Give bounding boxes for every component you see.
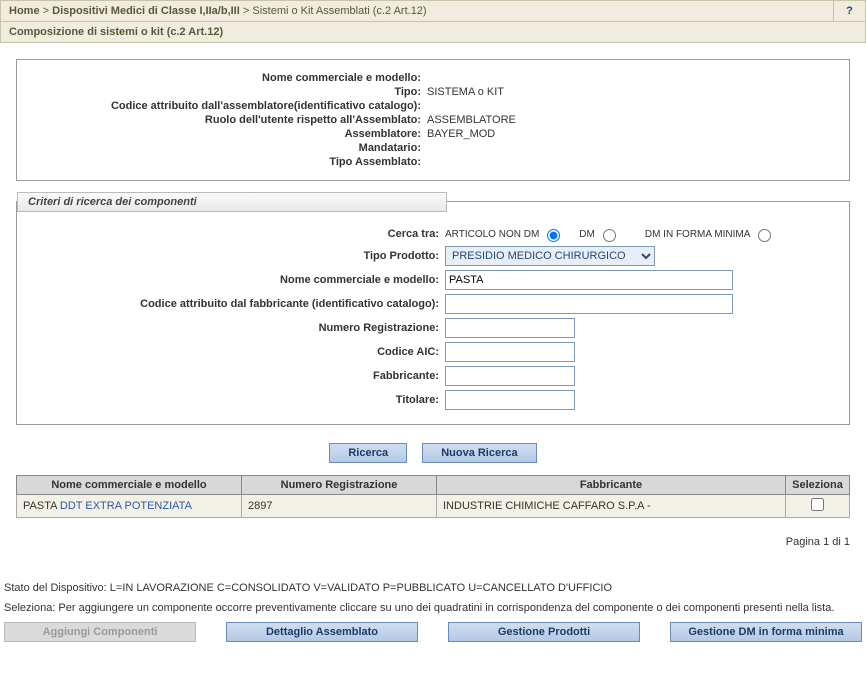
label-assemblatore: Assemblatore: bbox=[25, 128, 425, 140]
col-nome: Nome commerciale e modello bbox=[17, 476, 242, 495]
cell-nome-link[interactable]: DDT EXTRA POTENZIATA bbox=[60, 500, 192, 512]
input-nome-commerciale[interactable] bbox=[445, 270, 733, 290]
col-fabbricante: Fabbricante bbox=[437, 476, 786, 495]
pager: Pagina 1 di 1 bbox=[16, 536, 850, 548]
page-title: Composizione di sistemi o kit (c.2 Art.1… bbox=[0, 22, 866, 43]
value-nome-commerciale bbox=[425, 72, 427, 84]
input-codice-aic[interactable] bbox=[445, 342, 575, 362]
results-table: Nome commerciale e modello Numero Regist… bbox=[16, 475, 850, 518]
label-nome-commerciale: Nome commerciale e modello: bbox=[25, 72, 425, 84]
value-ruolo-utente: ASSEMBLATORE bbox=[425, 114, 516, 126]
status-legend: Stato del Dispositivo: L=IN LAVORAZIONE … bbox=[0, 582, 866, 594]
label-titolare: Titolare: bbox=[25, 394, 445, 406]
gestione-dm-minima-button[interactable]: Gestione DM in forma minima bbox=[670, 622, 862, 642]
radio-label-dm: DM bbox=[579, 229, 595, 240]
breadcrumb-current: Sistemi o Kit Assemblati (c.2 Art.12) bbox=[252, 5, 426, 17]
breadcrumb-home[interactable]: Home bbox=[9, 5, 40, 17]
radio-label-articolo: ARTICOLO NON DM bbox=[445, 229, 539, 240]
label-numero-reg: Numero Registrazione: bbox=[25, 322, 445, 334]
breadcrumb-level1[interactable]: Dispositivi Medici di Classe I,IIa/b,III bbox=[52, 5, 240, 17]
help-icon[interactable]: ? bbox=[833, 1, 865, 21]
input-fabbricante[interactable] bbox=[445, 366, 575, 386]
value-codice-catalogo bbox=[425, 100, 427, 112]
col-numero: Numero Registrazione bbox=[242, 476, 437, 495]
radio-label-dm-minima: DM IN FORMA MINIMA bbox=[645, 229, 751, 240]
cell-nome-prefix: PASTA bbox=[23, 500, 60, 512]
ricerca-button[interactable]: Ricerca bbox=[329, 443, 407, 463]
value-mandatario bbox=[425, 142, 427, 154]
value-tipo-assemblato bbox=[425, 156, 427, 168]
value-assemblatore: BAYER_MOD bbox=[425, 128, 495, 140]
gestione-prodotti-button[interactable]: Gestione Prodotti bbox=[448, 622, 640, 642]
breadcrumb-sep1: > bbox=[43, 5, 49, 17]
table-row: PASTA DDT EXTRA POTENZIATA 2897 INDUSTRI… bbox=[17, 495, 850, 518]
aggiungi-componenti-button: Aggiungi Componenti bbox=[4, 622, 196, 642]
label-fabbricante: Fabbricante: bbox=[25, 370, 445, 382]
nuova-ricerca-button[interactable]: Nuova Ricerca bbox=[422, 443, 536, 463]
label-nome-comm: Nome commerciale e modello: bbox=[25, 274, 445, 286]
label-tipo-assemblato: Tipo Assemblato: bbox=[25, 156, 425, 168]
radio-articolo-non-dm[interactable] bbox=[547, 229, 560, 242]
label-codice-fabbricante: Codice attribuito dal fabbricante (ident… bbox=[25, 298, 445, 310]
label-codice-aic: Codice AIC: bbox=[25, 346, 445, 358]
cell-fabbricante: INDUSTRIE CHIMICHE CAFFARO S.P.A - bbox=[437, 495, 786, 518]
breadcrumb: Home > Dispositivi Medici di Classe I,II… bbox=[0, 0, 866, 22]
info-box: Nome commerciale e modello: Tipo: SISTEM… bbox=[16, 59, 850, 181]
label-tipo: Tipo: bbox=[25, 86, 425, 98]
input-titolare[interactable] bbox=[445, 390, 575, 410]
dettaglio-assemblato-button[interactable]: Dettaglio Assemblato bbox=[226, 622, 418, 642]
criteri-legend: Criteri di ricerca dei componenti bbox=[17, 192, 447, 212]
seleziona-hint: Seleziona: Per aggiungere un componente … bbox=[0, 602, 866, 614]
col-seleziona: Seleziona bbox=[786, 476, 850, 495]
input-codice-fabbricante[interactable] bbox=[445, 294, 733, 314]
input-numero-registrazione[interactable] bbox=[445, 318, 575, 338]
label-mandatario: Mandatario: bbox=[25, 142, 425, 154]
value-tipo: SISTEMA o KIT bbox=[425, 86, 504, 98]
label-tipo-prodotto: Tipo Prodotto: bbox=[25, 250, 445, 262]
radio-dm-forma-minima[interactable] bbox=[758, 229, 771, 242]
label-ruolo-utente: Ruolo dell'utente rispetto all'Assemblat… bbox=[25, 114, 425, 126]
radio-dm[interactable] bbox=[603, 229, 616, 242]
row-select-checkbox[interactable] bbox=[811, 498, 824, 511]
label-cerca-tra: Cerca tra: bbox=[25, 228, 445, 240]
select-tipo-prodotto[interactable]: PRESIDIO MEDICO CHIRURGICO bbox=[445, 246, 655, 266]
breadcrumb-sep2: > bbox=[243, 5, 249, 17]
criteri-fieldset: Criteri di ricerca dei componenti Cerca … bbox=[16, 201, 850, 425]
label-codice-catalogo: Codice attribuito dall'assemblatore(iden… bbox=[25, 100, 425, 112]
cell-numero: 2897 bbox=[242, 495, 437, 518]
